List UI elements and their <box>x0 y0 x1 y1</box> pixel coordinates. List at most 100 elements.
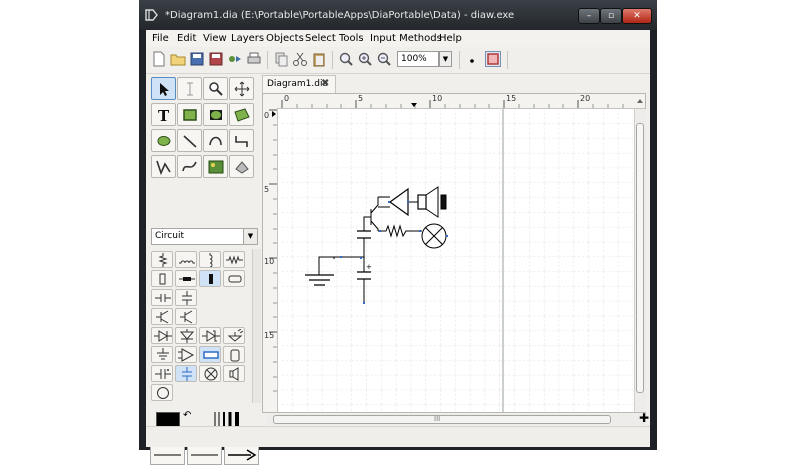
object-snapping-icon[interactable] <box>485 51 501 67</box>
menu-input-methods[interactable]: Input Methods <box>370 33 442 44</box>
scrollbar-grip: III <box>434 415 441 423</box>
box-tool-icon[interactable] <box>177 103 202 126</box>
new-icon[interactable] <box>151 51 167 67</box>
canvas-vertical-scrollbar[interactable] <box>634 109 646 412</box>
zoom-dropdown-icon[interactable]: ▼ <box>439 51 452 67</box>
copy-icon[interactable] <box>273 51 289 67</box>
paste-icon[interactable] <box>311 51 327 67</box>
toolbar-separator <box>459 51 460 69</box>
toolbar-separator <box>507 51 508 69</box>
transistor-pnp-shape[interactable] <box>175 308 197 325</box>
end-arrow-button[interactable] <box>224 446 259 465</box>
bezierline-tool-icon[interactable] <box>177 155 202 178</box>
zoom-fit-icon[interactable] <box>338 51 354 67</box>
lamp-outline-shape[interactable] <box>199 346 221 363</box>
text-tool-icon[interactable]: T <box>151 103 176 126</box>
diagram-canvas[interactable]: + <box>278 109 633 412</box>
save-as-icon[interactable] <box>208 51 224 67</box>
print-icon[interactable] <box>246 51 262 67</box>
led-shape[interactable] <box>223 327 245 344</box>
ellipse-tool-icon[interactable] <box>203 103 228 126</box>
canvas-horizontal-scrollbar-thumb[interactable]: III <box>273 415 611 424</box>
ground-shape[interactable] <box>151 346 173 363</box>
capacitor-polar-vertical-shape[interactable] <box>175 365 197 382</box>
inductor-shape[interactable] <box>175 251 197 268</box>
canvas-horizontal-scrollbar[interactable]: III <box>267 414 646 425</box>
shape-palette <box>151 249 253 403</box>
zoom-in-icon[interactable] <box>357 51 373 67</box>
menu-objects[interactable]: Objects <box>266 33 304 44</box>
canvas-vertical-scrollbar-thumb[interactable] <box>636 123 644 393</box>
title-bar[interactable]: *Diagram1.dia (E:\Portable\PortableApps\… <box>139 0 657 30</box>
coil-shape[interactable] <box>151 384 173 401</box>
zoom-input[interactable]: 100% <box>397 51 439 67</box>
capacitor-polar-shape[interactable] <box>151 365 173 382</box>
menu-tools[interactable]: Tools <box>339 33 364 44</box>
navigation-plus-icon[interactable]: ✚ <box>639 411 649 425</box>
fuse-filled-shape[interactable] <box>175 270 197 287</box>
menu-select[interactable]: Select <box>305 33 336 44</box>
svg-text:T: T <box>158 107 170 123</box>
tab-diagram1[interactable]: Diagram1.dia ✖ <box>262 75 336 93</box>
close-button[interactable]: ✕ <box>622 8 652 24</box>
diode-vertical-shape[interactable] <box>175 327 197 344</box>
pointer-tool-icon[interactable] <box>151 77 176 100</box>
snap-grid-icon[interactable] <box>464 51 480 67</box>
fuse-shape[interactable] <box>223 270 245 287</box>
ruler-label: 20 <box>580 94 591 103</box>
polyline-tool-icon[interactable] <box>151 155 176 178</box>
zigzagline-tool-icon[interactable] <box>229 129 254 152</box>
sheet-selector[interactable]: Circuit ▼ <box>151 228 258 245</box>
diode-shape[interactable] <box>151 327 173 344</box>
circuit-diagram[interactable]: + <box>278 109 633 412</box>
menu-help[interactable]: Help <box>439 33 462 44</box>
polygon-tool-icon[interactable] <box>229 103 254 126</box>
resistor-shape[interactable] <box>223 251 245 268</box>
maximize-button[interactable]: ▫ <box>600 8 622 24</box>
image-tool-icon[interactable] <box>203 155 228 178</box>
opamp-shape[interactable] <box>175 346 197 363</box>
minimize-button[interactable]: – <box>578 8 600 24</box>
fuse-vertical-filled-shape[interactable] <box>199 270 221 287</box>
zoom-out-icon[interactable] <box>376 51 392 67</box>
cut-icon[interactable] <box>292 51 308 67</box>
save-icon[interactable] <box>189 51 205 67</box>
sheet-selector-value: Circuit <box>155 231 184 241</box>
text-edit-tool-icon[interactable] <box>177 77 202 100</box>
ruler-label: 5 <box>264 185 270 194</box>
swap-colors-icon[interactable]: ↶ <box>183 410 191 421</box>
transistor-npn-shape[interactable] <box>151 308 173 325</box>
inductor-vertical-shape[interactable] <box>199 251 221 268</box>
open-icon[interactable] <box>170 51 186 67</box>
outline-tool-icon[interactable] <box>229 155 254 178</box>
lamp-shape[interactable] <box>199 365 221 382</box>
start-arrow-button[interactable] <box>150 446 185 465</box>
client-area: File Edit View Layers Objects Select Too… <box>146 30 650 465</box>
status-bar <box>146 426 650 447</box>
vertical-ruler: 0 5 10 15 <box>263 108 278 412</box>
line-style-button[interactable] <box>187 446 222 465</box>
ruler-label: 0 <box>264 111 270 120</box>
speaker-shape[interactable] <box>223 365 245 382</box>
scroll-tool-icon[interactable] <box>229 77 254 100</box>
menu-file[interactable]: File <box>152 33 169 44</box>
toolbox-panel: T Circuit ▼ ↶ <box>146 73 261 465</box>
resistor-vertical-shape[interactable] <box>151 251 173 268</box>
export-icon[interactable] <box>227 51 243 67</box>
menu-view[interactable]: View <box>203 33 227 44</box>
capacitor-vertical-shape[interactable] <box>175 289 197 306</box>
beziergon-tool-icon[interactable] <box>151 129 176 152</box>
zener-diode-shape[interactable] <box>199 327 221 344</box>
close-tab-icon[interactable]: ✖ <box>321 78 329 89</box>
fuse-vertical-shape[interactable] <box>151 270 173 287</box>
line-tool-icon[interactable] <box>177 129 202 152</box>
capacitor-shape[interactable] <box>151 289 173 306</box>
menu-layers[interactable]: Layers <box>231 33 264 44</box>
menu-edit[interactable]: Edit <box>177 33 196 44</box>
battery-shape[interactable] <box>223 346 245 363</box>
arc-tool-icon[interactable] <box>203 129 228 152</box>
magnify-tool-icon[interactable] <box>203 77 228 100</box>
diagram-canvas-frame: 0 5 10 15 20 0 5 10 15 + <box>262 93 646 413</box>
chevron-down-icon[interactable]: ▼ <box>243 229 257 244</box>
shape-palette-scrollbar[interactable] <box>252 249 261 403</box>
